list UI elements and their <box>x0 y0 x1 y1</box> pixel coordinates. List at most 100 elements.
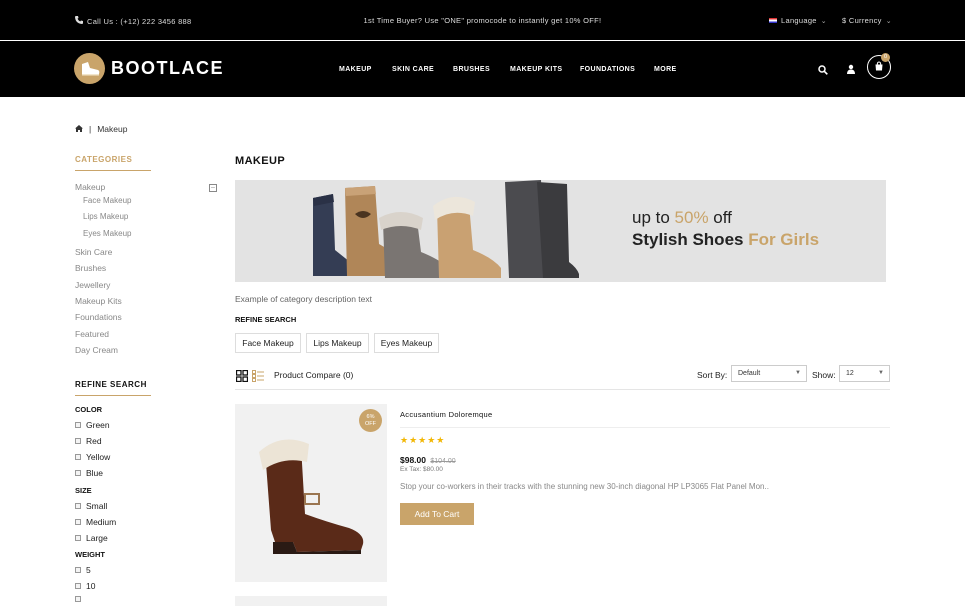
banner-line-2: Stylish Shoes For Girls <box>632 230 819 250</box>
filter-label: Red <box>86 436 102 446</box>
category-day-cream[interactable]: Day Cream <box>75 345 118 355</box>
next-product-image[interactable] <box>235 596 387 606</box>
category-brushes[interactable]: Brushes <box>75 263 106 273</box>
product-price: $98.00 $104.00 <box>400 455 456 465</box>
sort-select[interactable]: Default ▼ <box>731 365 807 382</box>
user-icon[interactable] <box>846 61 856 79</box>
banner-text: up to <box>632 208 675 227</box>
show-label: Show: <box>812 370 836 380</box>
breadcrumb-current[interactable]: Makeup <box>97 124 127 134</box>
flag-icon <box>769 18 777 23</box>
chevron-down-icon: ⌄ <box>885 17 892 25</box>
filter-weight-5[interactable]: 5 <box>75 565 91 575</box>
sort-by-label: Sort By: <box>697 370 728 380</box>
sort-value: Default <box>738 370 761 377</box>
checkbox[interactable] <box>75 567 81 573</box>
nav-more[interactable]: MORE <box>654 66 677 73</box>
categories-underline <box>75 170 151 171</box>
filter-color-yellow[interactable]: Yellow <box>75 452 110 462</box>
subcategory-lips-makeup[interactable]: Lips Makeup <box>83 212 128 221</box>
logo[interactable]: BOOTLACE <box>74 53 224 84</box>
list-view-icon[interactable] <box>252 369 264 387</box>
product-name[interactable]: Accusantium Doloremque <box>400 410 492 419</box>
category-foundations[interactable]: Foundations <box>75 312 122 322</box>
checkbox[interactable] <box>75 596 81 602</box>
checkbox[interactable] <box>75 438 81 444</box>
nav-foundations[interactable]: FOUNDATIONS <box>580 66 635 73</box>
category-jewellery[interactable]: Jewellery <box>75 280 110 290</box>
refine-chip-eyes-makeup[interactable]: Eyes Makeup <box>374 333 439 353</box>
filter-label: 10 <box>86 581 96 591</box>
refine-underline <box>75 395 151 396</box>
refine-chip-face-makeup[interactable]: Face Makeup <box>235 333 301 353</box>
language-selector[interactable]: Language ⌄ <box>769 16 827 25</box>
collapse-icon[interactable]: – <box>209 184 217 192</box>
show-select[interactable]: 12 ▼ <box>839 365 890 382</box>
boot-logo-icon <box>74 53 105 84</box>
banner-line-1: up to 50% off <box>632 208 732 228</box>
checkbox[interactable] <box>75 470 81 476</box>
checkbox[interactable] <box>75 535 81 541</box>
discount-off: OFF <box>365 420 376 427</box>
discount-badge: 6% OFF <box>359 409 382 432</box>
nav-brushes[interactable]: BRUSHES <box>453 66 490 73</box>
breadcrumb-separator: | <box>89 124 92 134</box>
checkbox[interactable] <box>75 503 81 509</box>
product-compare-link[interactable]: Product Compare (0) <box>274 370 353 380</box>
home-icon[interactable] <box>75 124 83 134</box>
checkbox[interactable] <box>75 583 81 589</box>
categories-title: CATEGORIES <box>75 155 133 164</box>
filter-label: Small <box>86 501 108 511</box>
category-banner[interactable]: up to 50% off Stylish Shoes For Girls <box>235 180 886 282</box>
refine-search-heading: REFINE SEARCH <box>235 315 297 324</box>
chevron-down-icon: ▼ <box>878 370 884 376</box>
product-description: Stop your co-workers in their tracks wit… <box>400 482 769 491</box>
currency-label: $ Currency <box>842 16 882 25</box>
checkbox[interactable] <box>75 454 81 460</box>
filter-color-blue[interactable]: Blue <box>75 468 103 478</box>
page-title: MAKEUP <box>235 155 286 167</box>
current-price: $98.00 <box>400 455 426 465</box>
currency-selector[interactable]: $ Currency ⌄ <box>842 16 892 25</box>
subcategory-eyes-makeup[interactable]: Eyes Makeup <box>83 229 131 238</box>
category-makeup[interactable]: Makeup <box>75 182 105 192</box>
nav-makeup[interactable]: MAKEUP <box>339 66 372 73</box>
refine-search-title: REFINE SEARCH <box>75 380 147 389</box>
filter-weight-10[interactable]: 10 <box>75 581 95 591</box>
filter-label: Yellow <box>86 452 111 462</box>
language-label: Language <box>781 16 817 25</box>
filter-weight-title: WEIGHT <box>75 550 105 559</box>
nav-makeup-kits[interactable]: MAKEUP KITS <box>510 66 563 73</box>
cart-count-badge: 0 <box>881 53 890 62</box>
filter-size-medium[interactable]: Medium <box>75 517 116 527</box>
subcategory-face-makeup[interactable]: Face Makeup <box>83 196 131 205</box>
category-featured[interactable]: Featured <box>75 329 109 339</box>
nav-skin-care[interactable]: SKIN CARE <box>392 66 434 73</box>
filter-label: 5 <box>86 565 91 575</box>
grid-view-icon[interactable] <box>235 369 249 387</box>
top-bar: Call Us : (+12) 222 3456 888 1st Time Bu… <box>0 0 965 40</box>
search-icon[interactable] <box>818 62 828 80</box>
show-value: 12 <box>846 370 854 377</box>
filter-label: Large <box>86 533 108 543</box>
chevron-down-icon: ▼ <box>795 370 801 376</box>
logo-text: BOOTLACE <box>111 58 224 78</box>
checkbox[interactable] <box>75 422 81 428</box>
filter-color-red[interactable]: Red <box>75 436 102 446</box>
filter-weight-more[interactable] <box>75 596 81 602</box>
filter-size-large[interactable]: Large <box>75 533 108 543</box>
filter-color-green[interactable]: Green <box>75 420 110 430</box>
filter-label: Green <box>86 420 110 430</box>
category-skin-care[interactable]: Skin Care <box>75 247 112 257</box>
filter-size-small[interactable]: Small <box>75 501 107 511</box>
main-header: BOOTLACE MAKEUP SKIN CARE BRUSHES MAKEUP… <box>0 41 965 97</box>
old-price: $104.00 <box>430 458 456 465</box>
add-to-cart-button[interactable]: Add To Cart <box>400 503 474 525</box>
refine-chip-lips-makeup[interactable]: Lips Makeup <box>306 333 369 353</box>
chevron-down-icon: ⌄ <box>820 17 827 25</box>
category-makeup-kits[interactable]: Makeup Kits <box>75 296 122 306</box>
toolbar-divider <box>235 389 890 390</box>
product-divider <box>400 427 890 428</box>
checkbox[interactable] <box>75 519 81 525</box>
filter-label: Medium <box>86 517 117 527</box>
